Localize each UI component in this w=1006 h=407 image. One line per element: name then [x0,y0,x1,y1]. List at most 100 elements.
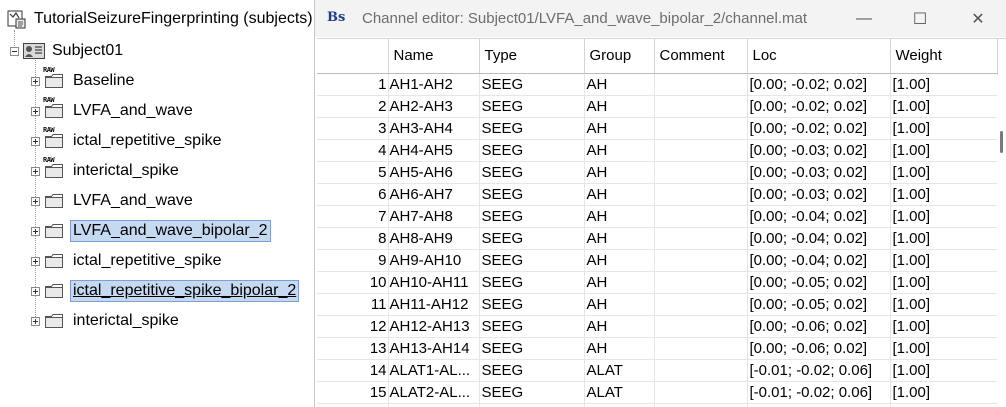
cell-name[interactable]: AH9-AH10 [388,249,480,272]
column-header-loc[interactable]: Loc [747,39,891,74]
tree-node-condition[interactable]: ictal_repetitive_spike [31,248,225,274]
cell-loc[interactable]: [0.00; -0.04; 0.02] [747,227,891,250]
tree-node-condition[interactable]: RAW LVFA_and_wave [31,97,196,124]
cell-type[interactable]: SEEG [479,183,585,206]
table-row[interactable]: 13 AH13-AH14 SEEG AH [0.00; -0.06; 0.02] [1.0… [317,337,998,360]
cell-loc[interactable]: [0.00; -0.04; 0.02] [747,205,891,228]
cell-type[interactable]: SEEG [479,403,585,407]
cell-group[interactable]: ALAT [584,381,655,404]
cell-name[interactable]: AH2-AH3 [388,95,480,118]
cell-name[interactable]: AH1-AH2 [388,73,480,96]
expand-toggle[interactable] [31,166,40,176]
cell-weight[interactable]: [1.00] [890,315,998,338]
cell-group[interactable]: AH [584,139,655,162]
table-row[interactable]: 12 AH12-AH13 SEEG AH [0.00; -0.06; 0.02] [1.0… [317,315,998,338]
cell-group[interactable]: ALAT [584,359,655,382]
channel-table-container[interactable]: Name Type Group Comment Loc Weight 1 AH1-AH2 SE… [317,38,1006,407]
cell-comment[interactable] [654,381,748,404]
cell-loc[interactable]: [0.00; -0.03; 0.02] [747,139,891,162]
table-row[interactable]: 6 AH6-AH7 SEEG AH [0.00; -0.03; 0.02] [1.00] [317,183,998,206]
expand-toggle[interactable] [31,256,40,266]
cell-comment[interactable] [654,95,748,118]
cell-weight[interactable]: [1.00] [890,139,998,162]
cell-weight[interactable]: [1.00] [890,249,998,272]
column-header-type[interactable]: Type [479,39,585,74]
cell-type[interactable]: SEEG [479,315,585,338]
cell-name[interactable]: AH13-AH14 [388,337,480,360]
cell-weight[interactable]: [1.00] [890,95,998,118]
cell-loc[interactable]: [0.00; -0.03; 0.02] [747,161,891,184]
cell-comment[interactable] [654,227,748,250]
cell-name[interactable]: AH6-AH7 [388,183,480,206]
cell-name[interactable]: AH11-AH12 [388,293,480,316]
cell-weight[interactable]: [1.00] [890,337,998,360]
cell-weight[interactable]: [1.00] [890,205,998,228]
expand-toggle[interactable] [31,226,40,236]
tree-node-condition[interactable]: RAW ictal_repetitive_spike [31,127,225,154]
cell-comment[interactable] [654,183,748,206]
cell-weight[interactable]: [1.00] [890,117,998,140]
cell-type[interactable]: SEEG [479,161,585,184]
cell-loc[interactable]: [0.00; -0.02; 0.02] [747,117,891,140]
cell-loc[interactable]: [0.00; -0.05; 0.02] [747,271,891,294]
expand-toggle[interactable] [31,76,40,86]
cell-type[interactable]: SEEG [479,205,585,228]
tree-node-condition[interactable]: RAW interictal_spike [31,157,182,184]
cell-comment[interactable] [654,139,748,162]
cell-type[interactable]: SEEG [479,139,585,162]
table-row[interactable]: 14 ALAT1-AL... SEEG ALAT [-0.01; -0.02; 0.06… [317,359,998,382]
cell-name[interactable]: AH10-AH11 [388,271,480,294]
cell-type[interactable]: SEEG [479,293,585,316]
tree-node-condition[interactable]: ictal_repetitive_spike_bipolar_2 [31,278,300,304]
table-row[interactable]: 11 AH11-AH12 SEEG AH [0.00; -0.05; 0.02] [1.0… [317,293,998,316]
cell-weight[interactable]: [1.00] [890,293,998,316]
table-row[interactable]: 9 AH9-AH10 SEEG AH [0.00; -0.04; 0.02] [1.00] [317,249,998,272]
cell-comment[interactable] [654,161,748,184]
column-header-name[interactable]: Name [388,39,480,74]
cell-type[interactable]: SEEG [479,271,585,294]
cell-group[interactable]: AH [584,73,655,96]
cell-comment[interactable] [654,271,748,294]
table-row[interactable]: 8 AH8-AH9 SEEG AH [0.00; -0.04; 0.02] [1.00] [317,227,998,250]
cell-name[interactable]: AH4-AH5 [388,139,480,162]
cell-loc[interactable]: [-0.01; -0.02; 0.06] [747,381,891,404]
table-row[interactable]: 7 AH7-AH8 SEEG AH [0.00; -0.04; 0.02] [1.00] [317,205,998,228]
cell-group[interactable]: AH [584,337,655,360]
cell-loc[interactable]: [0.00; -0.06; 0.02] [747,337,891,360]
title-bar[interactable]: Bs Channel editor: Subject01/LVFA_and_wa… [315,0,1006,37]
scrollbar-thumb[interactable] [1000,131,1003,153]
cell-name[interactable]: ALAT2-AL... [388,381,480,404]
table-row[interactable]: 2 AH2-AH3 SEEG AH [0.00; -0.02; 0.02] [1.00] [317,95,998,118]
cell-loc[interactable]: [0.00; -0.04; 0.02] [747,249,891,272]
cell-comment[interactable] [654,117,748,140]
cell-name[interactable]: AH12-AH13 [388,315,480,338]
expand-toggle[interactable] [31,106,40,116]
tree-node-condition[interactable]: LVFA_and_wave [31,188,196,214]
cell-comment[interactable] [654,403,748,407]
cell-group[interactable]: AH [584,161,655,184]
tree-node-condition[interactable]: interictal_spike [31,308,182,334]
cell-loc[interactable]: [0.00; -0.02; 0.02] [747,95,891,118]
table-row[interactable]: 15 ALAT2-AL... SEEG ALAT [-0.01; -0.02; 0.06… [317,381,998,404]
cell-name[interactable]: ALAT3-AL... [388,403,480,407]
cell-group[interactable]: AH [584,227,655,250]
cell-name[interactable]: AH3-AH4 [388,117,480,140]
expand-toggle[interactable] [31,286,40,296]
cell-name[interactable]: ALAT1-AL... [388,359,480,382]
cell-comment[interactable] [654,315,748,338]
cell-weight[interactable]: [1.00] [890,161,998,184]
cell-weight[interactable]: [1.00] [890,183,998,206]
cell-group[interactable]: AH [584,293,655,316]
column-header-index[interactable] [317,39,389,74]
table-row[interactable]: 3 AH3-AH4 SEEG AH [0.00; -0.02; 0.02] [1.00] [317,117,998,140]
cell-type[interactable]: SEEG [479,227,585,250]
cell-comment[interactable] [654,249,748,272]
cell-comment[interactable] [654,205,748,228]
cell-type[interactable]: SEEG [479,249,585,272]
cell-group[interactable]: AH [584,117,655,140]
expand-toggle[interactable] [31,136,40,146]
cell-type[interactable]: SEEG [479,337,585,360]
tree-node-subject[interactable]: Subject01 [10,38,126,64]
close-button[interactable]: ✕ [955,0,1001,37]
cell-weight[interactable]: [1.00] [890,227,998,250]
